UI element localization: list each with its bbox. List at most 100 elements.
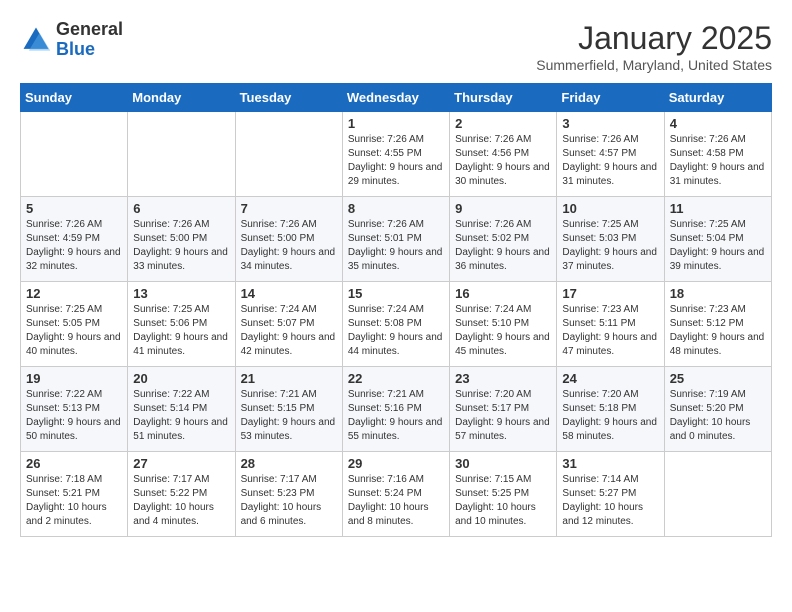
day-number: 3 <box>562 116 658 131</box>
day-number: 20 <box>133 371 229 386</box>
calendar-cell: 31Sunrise: 7:14 AM Sunset: 5:27 PM Dayli… <box>557 452 664 537</box>
weekday-saturday: Saturday <box>664 84 771 112</box>
calendar-cell: 5 Sunrise: 7:26 AM Sunset: 4:59 PM Daylig… <box>21 197 128 282</box>
calendar-cell: 19Sunrise: 7:22 AM Sunset: 5:13 PM Dayli… <box>21 367 128 452</box>
week-row-5: 26 Sunrise: 7:18 AM Sunset: 5:21 PM Dayli… <box>21 452 772 537</box>
cell-content: Sunrise: 7:26 AM Sunset: 4:59 PM Dayligh… <box>26 218 122 274</box>
day-number: 4 <box>670 116 766 131</box>
calendar-cell: 14 Sunrise: 7:24 AM Sunset: 5:07 PM Dayli… <box>235 282 342 367</box>
calendar-cell: 17Sunrise: 7:23 AM Sunset: 5:11 PM Dayli… <box>557 282 664 367</box>
calendar-cell: 1 Sunrise: 7:26 AM Sunset: 4:55 PM Daylig… <box>342 112 449 197</box>
cell-content: Sunrise: 7:26 AM Sunset: 5:00 PM Dayligh… <box>133 218 229 274</box>
calendar-cell: 18Sunrise: 7:23 AM Sunset: 5:12 PM Dayli… <box>664 282 771 367</box>
calendar-cell: 28 Sunrise: 7:17 AM Sunset: 5:23 PM Dayli… <box>235 452 342 537</box>
day-number: 25 <box>670 371 766 386</box>
cell-content: Sunrise: 7:26 AM Sunset: 4:57 PM Dayligh… <box>562 133 658 189</box>
day-number: 26 <box>26 456 122 471</box>
weekday-tuesday: Tuesday <box>235 84 342 112</box>
cell-content: Sunrise: 7:26 AM Sunset: 5:00 PM Dayligh… <box>241 218 337 274</box>
day-number: 21 <box>241 371 337 386</box>
day-number: 16 <box>455 286 551 301</box>
week-row-2: 5 Sunrise: 7:26 AM Sunset: 4:59 PM Daylig… <box>21 197 772 282</box>
calendar-cell: 25 Sunrise: 7:19 AM Sunset: 5:20 PM Dayli… <box>664 367 771 452</box>
day-number: 6 <box>133 201 229 216</box>
day-number: 5 <box>26 201 122 216</box>
cell-content: Sunrise: 7:25 AM Sunset: 5:05 PM Dayligh… <box>26 303 122 359</box>
calendar-cell <box>21 112 128 197</box>
calendar-cell: 11Sunrise: 7:25 AM Sunset: 5:04 PM Dayli… <box>664 197 771 282</box>
calendar-cell: 21 Sunrise: 7:21 AM Sunset: 5:15 PM Dayli… <box>235 367 342 452</box>
logo-text: General Blue <box>56 20 123 60</box>
day-number: 11 <box>670 201 766 216</box>
cell-content: Sunrise: 7:24 AM Sunset: 5:07 PM Dayligh… <box>241 303 337 359</box>
cell-content: Sunrise: 7:26 AM Sunset: 4:56 PM Dayligh… <box>455 133 551 189</box>
day-number: 28 <box>241 456 337 471</box>
cell-content: Sunrise: 7:21 AM Sunset: 5:16 PM Dayligh… <box>348 388 444 444</box>
cell-content: Sunrise: 7:26 AM Sunset: 5:01 PM Dayligh… <box>348 218 444 274</box>
cell-content: Sunrise: 7:17 AM Sunset: 5:23 PM Dayligh… <box>241 473 337 529</box>
weekday-monday: Monday <box>128 84 235 112</box>
cell-content: Sunrise: 7:20 AM Sunset: 5:17 PM Dayligh… <box>455 388 551 444</box>
page-header: General Blue January 2025 Summerfield, M… <box>20 20 772 73</box>
calendar-cell: 13 Sunrise: 7:25 AM Sunset: 5:06 PM Dayli… <box>128 282 235 367</box>
cell-content: Sunrise: 7:18 AM Sunset: 5:21 PM Dayligh… <box>26 473 122 529</box>
cell-content: Sunrise: 7:26 AM Sunset: 4:58 PM Dayligh… <box>670 133 766 189</box>
calendar-cell <box>664 452 771 537</box>
cell-content: Sunrise: 7:22 AM Sunset: 5:14 PM Dayligh… <box>133 388 229 444</box>
calendar-cell: 4 Sunrise: 7:26 AM Sunset: 4:58 PM Daylig… <box>664 112 771 197</box>
day-number: 15 <box>348 286 444 301</box>
calendar-cell: 15 Sunrise: 7:24 AM Sunset: 5:08 PM Dayli… <box>342 282 449 367</box>
cell-content: Sunrise: 7:24 AM Sunset: 5:08 PM Dayligh… <box>348 303 444 359</box>
calendar-table: SundayMondayTuesdayWednesdayThursdayFrid… <box>20 83 772 537</box>
cell-content: Sunrise: 7:14 AM Sunset: 5:27 PM Dayligh… <box>562 473 658 529</box>
cell-content: Sunrise: 7:23 AM Sunset: 5:11 PM Dayligh… <box>562 303 658 359</box>
cell-content: Sunrise: 7:26 AM Sunset: 5:02 PM Dayligh… <box>455 218 551 274</box>
calendar-cell <box>128 112 235 197</box>
day-number: 14 <box>241 286 337 301</box>
cell-content: Sunrise: 7:25 AM Sunset: 5:06 PM Dayligh… <box>133 303 229 359</box>
day-number: 23 <box>455 371 551 386</box>
calendar-cell: 22 Sunrise: 7:21 AM Sunset: 5:16 PM Dayli… <box>342 367 449 452</box>
calendar-cell: 2 Sunrise: 7:26 AM Sunset: 4:56 PM Daylig… <box>450 112 557 197</box>
calendar-cell: 30 Sunrise: 7:15 AM Sunset: 5:25 PM Dayli… <box>450 452 557 537</box>
cell-content: Sunrise: 7:23 AM Sunset: 5:12 PM Dayligh… <box>670 303 766 359</box>
weekday-thursday: Thursday <box>450 84 557 112</box>
calendar-cell: 9Sunrise: 7:26 AM Sunset: 5:02 PM Daylig… <box>450 197 557 282</box>
weekday-friday: Friday <box>557 84 664 112</box>
day-number: 2 <box>455 116 551 131</box>
location-subtitle: Summerfield, Maryland, United States <box>536 57 772 73</box>
day-number: 1 <box>348 116 444 131</box>
day-number: 30 <box>455 456 551 471</box>
day-number: 29 <box>348 456 444 471</box>
cell-content: Sunrise: 7:16 AM Sunset: 5:24 PM Dayligh… <box>348 473 444 529</box>
calendar-cell: 27 Sunrise: 7:17 AM Sunset: 5:22 PM Dayli… <box>128 452 235 537</box>
cell-content: Sunrise: 7:19 AM Sunset: 5:20 PM Dayligh… <box>670 388 766 444</box>
calendar-cell: 8 Sunrise: 7:26 AM Sunset: 5:01 PM Daylig… <box>342 197 449 282</box>
weekday-wednesday: Wednesday <box>342 84 449 112</box>
weekday-sunday: Sunday <box>21 84 128 112</box>
month-title: January 2025 <box>536 20 772 57</box>
calendar-cell: 20 Sunrise: 7:22 AM Sunset: 5:14 PM Dayli… <box>128 367 235 452</box>
calendar-cell <box>235 112 342 197</box>
day-number: 22 <box>348 371 444 386</box>
logo-icon <box>20 24 52 56</box>
calendar-cell: 12 Sunrise: 7:25 AM Sunset: 5:05 PM Dayli… <box>21 282 128 367</box>
calendar-cell: 24Sunrise: 7:20 AM Sunset: 5:18 PM Dayli… <box>557 367 664 452</box>
title-block: January 2025 Summerfield, Maryland, Unit… <box>536 20 772 73</box>
cell-content: Sunrise: 7:21 AM Sunset: 5:15 PM Dayligh… <box>241 388 337 444</box>
cell-content: Sunrise: 7:26 AM Sunset: 4:55 PM Dayligh… <box>348 133 444 189</box>
cell-content: Sunrise: 7:25 AM Sunset: 5:03 PM Dayligh… <box>562 218 658 274</box>
cell-content: Sunrise: 7:24 AM Sunset: 5:10 PM Dayligh… <box>455 303 551 359</box>
logo: General Blue <box>20 20 123 60</box>
day-number: 8 <box>348 201 444 216</box>
day-number: 13 <box>133 286 229 301</box>
cell-content: Sunrise: 7:17 AM Sunset: 5:22 PM Dayligh… <box>133 473 229 529</box>
day-number: 12 <box>26 286 122 301</box>
day-number: 27 <box>133 456 229 471</box>
calendar-cell: 26 Sunrise: 7:18 AM Sunset: 5:21 PM Dayli… <box>21 452 128 537</box>
calendar-cell: 3 Sunrise: 7:26 AM Sunset: 4:57 PM Daylig… <box>557 112 664 197</box>
cell-content: Sunrise: 7:15 AM Sunset: 5:25 PM Dayligh… <box>455 473 551 529</box>
day-number: 10 <box>562 201 658 216</box>
calendar-cell: 6 Sunrise: 7:26 AM Sunset: 5:00 PM Daylig… <box>128 197 235 282</box>
day-number: 24 <box>562 371 658 386</box>
